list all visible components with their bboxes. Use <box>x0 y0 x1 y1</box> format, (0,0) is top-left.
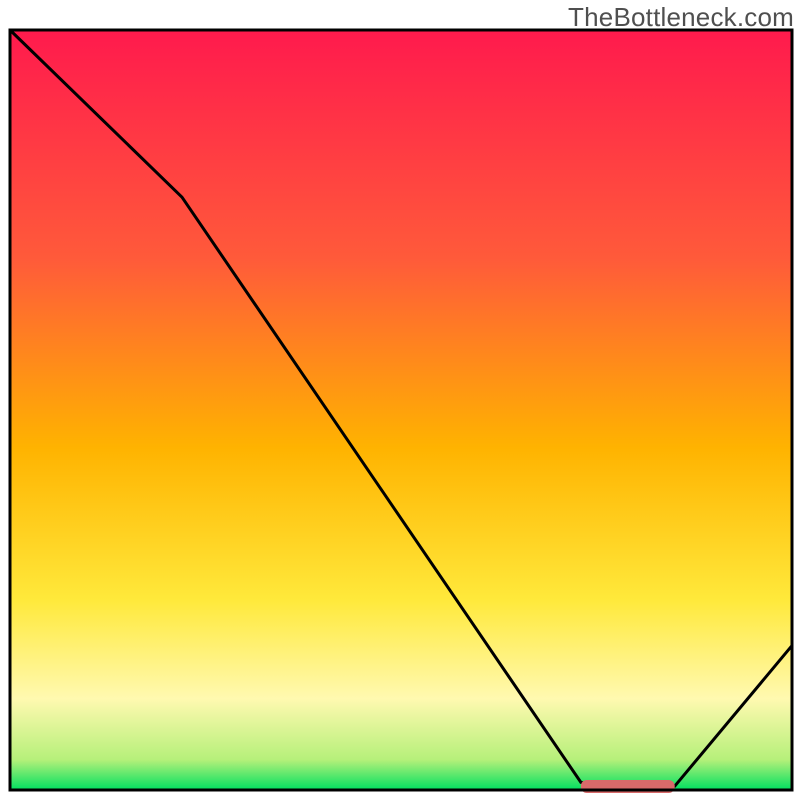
chart-container: TheBottleneck.com <box>0 0 800 800</box>
bottleneck-chart <box>0 0 800 800</box>
